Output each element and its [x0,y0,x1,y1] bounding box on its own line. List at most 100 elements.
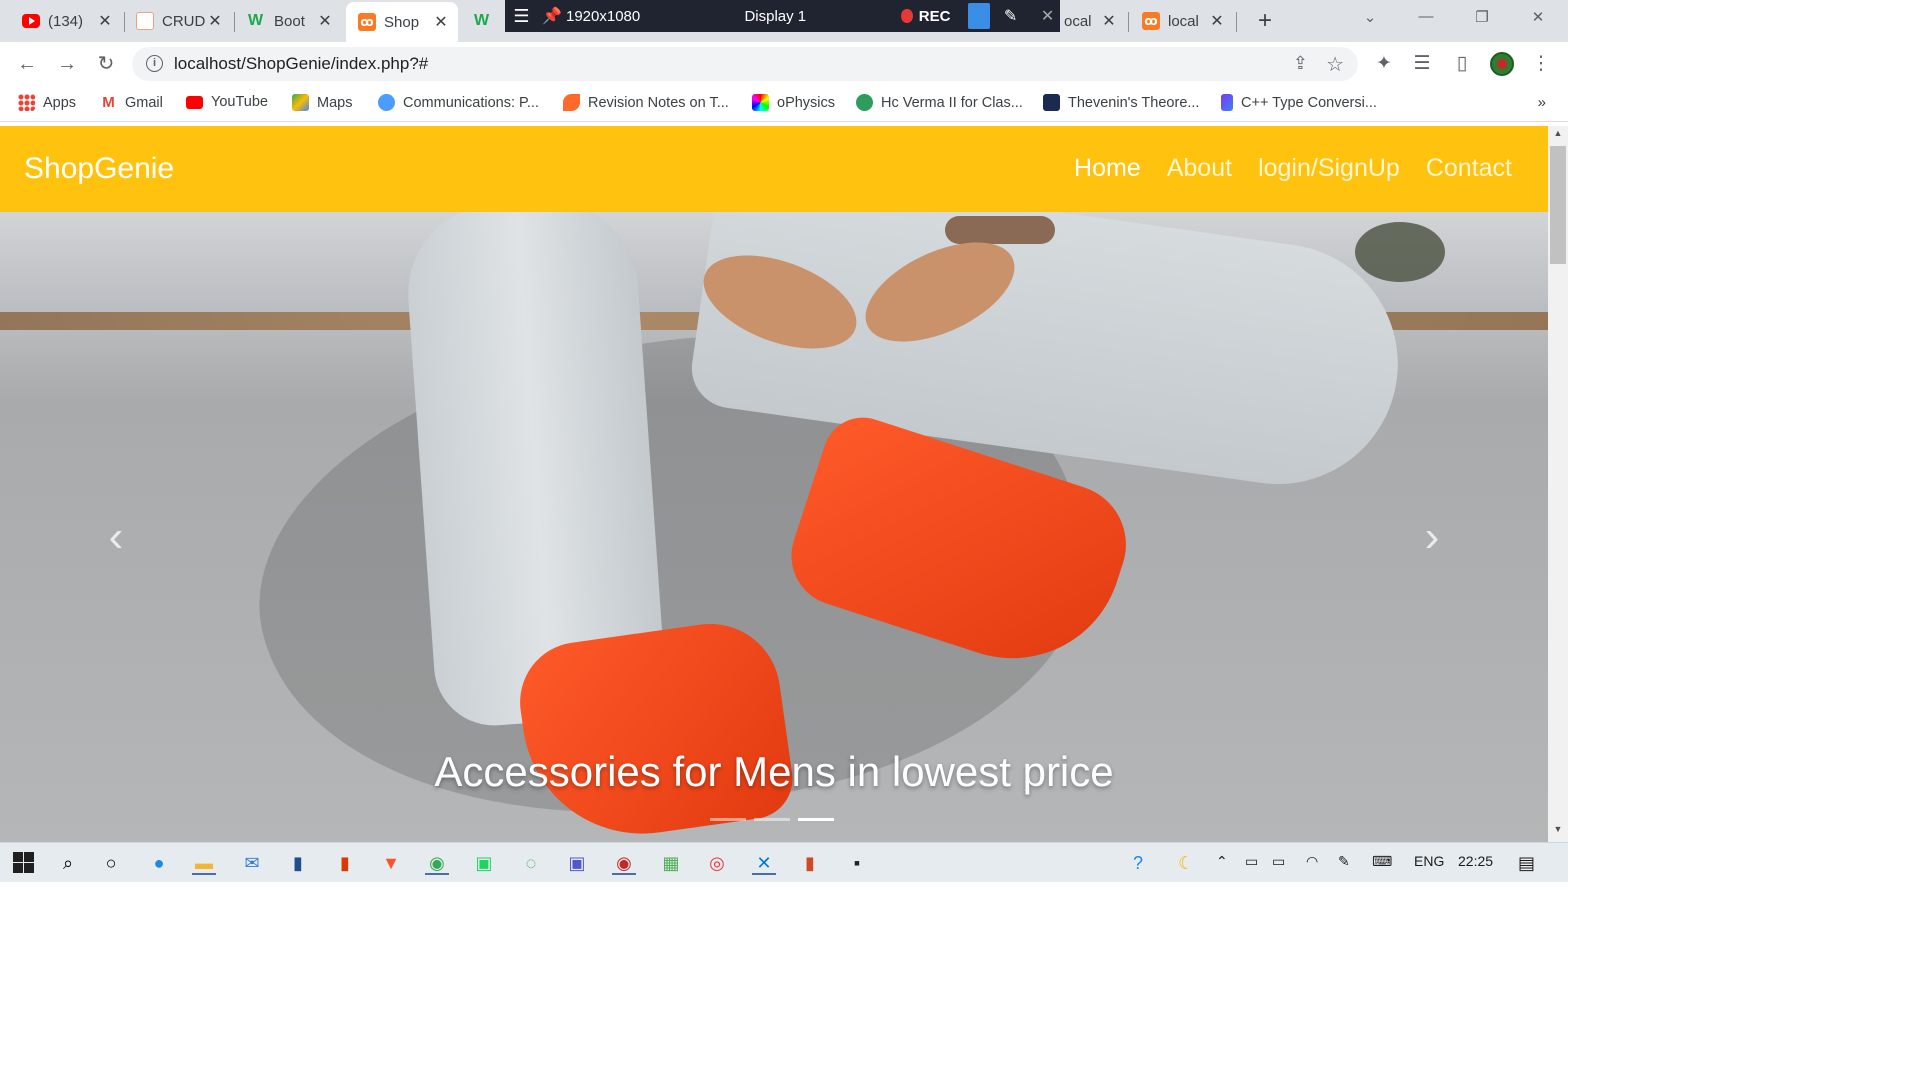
notification-icon[interactable]: ▤ [1518,853,1535,874]
record-icon[interactable] [901,9,913,23]
minimize-icon[interactable]: — [1406,8,1446,30]
close-icon[interactable]: ✕ [316,11,334,31]
address-bar[interactable]: i localhost/ShopGenie/index.php?# ⇪ ☆ [132,47,1358,81]
back-icon[interactable]: ← [14,52,40,78]
bookmark-hc-verma[interactable]: Hc Verma II for Clas... [856,94,1023,111]
more-menu-icon[interactable]: ⋮ [1528,52,1554,76]
tab-shopgenie[interactable]: ꝏ Shop ✕ [346,2,458,42]
search-icon[interactable]: ⌕ [56,851,80,875]
close-icon[interactable]: ✕ [432,12,450,32]
bookmark-communications[interactable]: Communications: P... [378,94,539,111]
restore-icon[interactable]: ❐ [1462,8,1502,30]
scrollbar-thumb[interactable] [1550,146,1566,264]
carousel-indicator[interactable] [710,818,746,821]
teams-icon[interactable]: ▣ [565,851,589,875]
bookmark-gmail[interactable]: M Gmail [100,94,163,111]
new-tab-button[interactable]: + [1252,8,1278,34]
scroll-up-icon[interactable]: ▲ [1548,128,1568,144]
chevron-right-icon[interactable]: » [1538,94,1546,111]
close-icon[interactable]: ✕ [1100,11,1118,31]
bookmark-cpp-type[interactable]: C++ Type Conversi... [1221,94,1377,111]
task-view-icon[interactable]: ○ [99,851,123,875]
pin-icon[interactable]: 📌 [538,6,566,26]
tab-search-icon[interactable]: ⌄ [1350,8,1390,30]
tab-separator [234,12,235,32]
tab-localhost-1[interactable]: ocal ✕ [1060,4,1126,38]
loading-icon[interactable]: ◌ [519,851,543,875]
bookmark-ophysics[interactable]: oPhysics [752,94,835,111]
carousel-indicator[interactable] [798,818,834,821]
thevenin-icon [1043,94,1060,111]
intellij-icon[interactable]: ▪ [845,851,869,875]
extensions-icon[interactable]: ✦ [1371,52,1397,76]
keyboard-icon[interactable]: ⌨ [1372,853,1392,870]
close-icon[interactable]: ✕ [1035,6,1060,26]
chrome-icon[interactable]: ◉ [425,851,449,875]
carousel-next-button[interactable]: › [1412,512,1452,562]
share-icon[interactable]: ⇪ [1293,53,1308,74]
bookmark-thevenin[interactable]: Thevenin's Theore... [1043,94,1199,111]
bookmark-maps[interactable]: Maps [292,94,352,111]
battery-icon[interactable]: ▭ [1272,853,1285,870]
pycharm-icon[interactable]: ▣ [472,851,496,875]
bookmark-youtube[interactable]: YouTube [186,94,268,110]
recorder-display[interactable]: Display 1 [709,8,841,25]
bookmark-revision-notes[interactable]: Revision Notes on T... [563,94,729,111]
pen-icon[interactable]: ✎ [1338,853,1350,870]
apps-icon[interactable]: ▦ [659,851,683,875]
carousel-prev-button[interactable]: ‹ [96,512,136,562]
file-explorer-icon[interactable]: ▬ [192,851,216,875]
office-icon[interactable]: ▮ [333,851,357,875]
edge-icon[interactable]: ● [147,851,171,875]
profile-avatar[interactable] [1490,52,1514,76]
tab-bootstrap[interactable]: W Boot ✕ [236,4,342,38]
vscode-icon[interactable]: ✕ [752,851,776,875]
forward-icon[interactable]: → [54,52,80,78]
rec-label[interactable]: REC [919,8,951,25]
nav-link-contact[interactable]: Contact [1426,154,1512,183]
clock[interactable]: 22:25 [1458,853,1493,869]
site-brand[interactable]: ShopGenie [24,152,174,186]
language-indicator[interactable]: ENG [1414,853,1444,869]
recorder-icon[interactable]: ◉ [612,851,636,875]
camera-icon[interactable] [968,3,990,29]
xampp-icon: ꝏ [358,13,376,31]
pen-icon[interactable]: ✎ [1000,6,1021,26]
url-text[interactable]: localhost/ShopGenie/index.php?# [174,54,428,74]
nav-link-about[interactable]: About [1167,154,1232,183]
wifi-icon[interactable]: ◠ [1306,853,1318,870]
reading-list-icon[interactable]: ☰ [1409,52,1435,76]
powerpoint-icon[interactable]: ▮ [798,851,822,875]
crud-icon [136,12,154,30]
side-panel-icon[interactable]: ▯ [1449,52,1475,76]
mail-icon[interactable]: ✉ [240,851,264,875]
brave-icon[interactable]: ▼ [379,851,403,875]
close-window-icon[interactable]: ✕ [1518,8,1558,30]
record-app-icon[interactable]: ◎ [705,851,729,875]
moon-icon[interactable]: ☾ [1178,853,1194,874]
bookmark-star-icon[interactable]: ☆ [1326,52,1344,77]
tab-localhost-2[interactable]: ꝏ local ✕ [1130,4,1234,38]
windows-start-icon[interactable] [12,851,36,875]
close-icon[interactable]: ✕ [96,11,114,31]
site-info-icon[interactable]: i [146,55,163,72]
close-icon[interactable]: ✕ [1208,11,1226,31]
tab-crud[interactable]: CRUD ✕ [124,4,232,38]
nav-link-home[interactable]: Home [1074,154,1141,183]
nav-link-login-signup[interactable]: login/SignUp [1258,154,1400,183]
scroll-down-icon[interactable]: ▼ [1548,824,1568,840]
close-icon[interactable]: ✕ [206,11,224,31]
tab-title: local [1168,12,1199,30]
tab-youtube[interactable]: (134) ✕ [10,4,122,38]
tab-w3schools[interactable]: W [462,4,506,38]
meet-icon[interactable]: ▭ [1245,853,1258,870]
ophysics-icon [752,94,769,111]
chevron-up-icon[interactable]: ⌃ [1216,853,1228,870]
help-icon[interactable]: ? [1133,853,1143,874]
reload-icon[interactable]: ↻ [93,52,119,78]
page-scrollbar[interactable]: ▲ ▼ [1548,126,1568,842]
powershell-icon[interactable]: ▮ [286,851,310,875]
carousel-indicator[interactable] [754,818,790,821]
menu-icon[interactable]: ☰ [505,6,538,27]
bookmark-apps[interactable]: Apps [18,94,76,111]
